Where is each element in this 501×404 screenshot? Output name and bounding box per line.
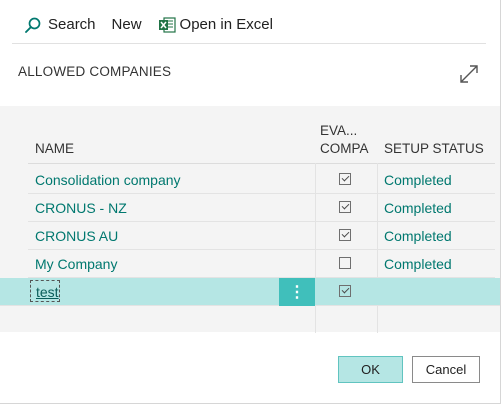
table-row[interactable]: CRONUS AU Completed (28, 222, 495, 250)
open-in-excel-button[interactable]: Open in Excel (158, 10, 273, 40)
setup-status-cell[interactable]: Completed (384, 172, 452, 188)
setup-status-cell[interactable]: Completed (384, 256, 452, 272)
setup-status-cell[interactable]: Completed (384, 200, 452, 216)
allowed-companies-dialog: Search New Open in Excel ALLOWED COMPANI… (0, 0, 501, 404)
new-button[interactable]: New (112, 10, 142, 40)
company-name-cell[interactable]: CRONUS AU (35, 228, 118, 244)
excel-icon (158, 16, 176, 34)
new-label: New (111, 16, 142, 33)
company-name-value: test (36, 284, 59, 300)
company-name-cell[interactable]: CRONUS - NZ (35, 200, 127, 216)
column-header-name[interactable]: NAME (35, 141, 74, 156)
open-in-excel-label: Open in Excel (179, 16, 273, 33)
header-divider (28, 163, 495, 164)
table-row[interactable]: CRONUS - NZ Completed (28, 194, 495, 222)
column-header-setup-status[interactable]: SETUP STATUS (384, 141, 484, 156)
table-row[interactable]: My Company Completed (28, 250, 495, 278)
table-row[interactable]: Consolidation company Completed (28, 166, 495, 194)
ok-button[interactable]: OK (338, 356, 403, 383)
setup-status-cell[interactable]: Completed (384, 228, 452, 244)
search-icon (24, 16, 42, 34)
row-actions-button[interactable]: ⋮ (279, 278, 315, 306)
page-title: ALLOWED COMPANIES (18, 64, 172, 79)
evaluation-checkbox[interactable] (339, 201, 351, 213)
search-label: Search (48, 16, 96, 33)
column-header-evaluation-line2[interactable]: COMPA (320, 141, 369, 156)
company-name-cell[interactable]: Consolidation company (35, 172, 181, 188)
evaluation-checkbox[interactable] (339, 257, 351, 269)
column-header-evaluation-line1[interactable]: EVA... (320, 123, 357, 138)
company-name-input[interactable]: test (30, 280, 60, 302)
expand-icon[interactable] (457, 62, 481, 86)
search-button[interactable]: Search (24, 10, 96, 40)
evaluation-checkbox[interactable] (339, 285, 351, 297)
evaluation-checkbox[interactable] (339, 229, 351, 241)
company-name-cell[interactable]: My Company (35, 256, 117, 272)
selected-table-row[interactable]: test ⋮ (0, 278, 500, 306)
cancel-button[interactable]: Cancel (412, 356, 480, 383)
action-bar: Search New Open in Excel (12, 6, 486, 44)
evaluation-checkbox[interactable] (339, 173, 351, 185)
